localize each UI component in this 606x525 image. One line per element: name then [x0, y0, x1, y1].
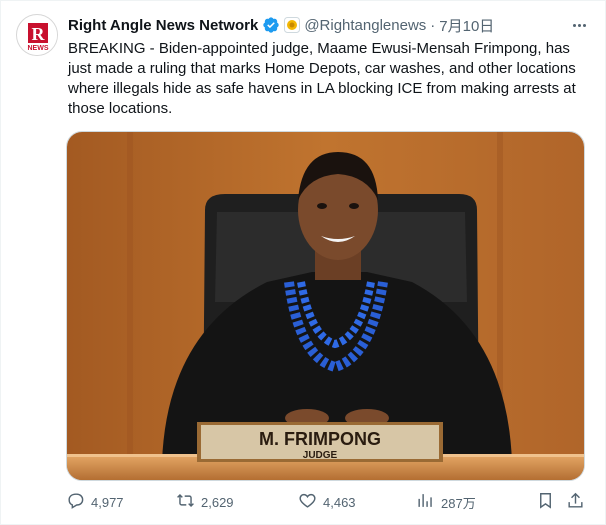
reply-count: 4,977 — [91, 494, 124, 510]
repost-count: 2,629 — [201, 494, 234, 510]
bookmark-button[interactable] — [536, 491, 555, 513]
tweet-card[interactable]: R NEWS Right Angle News Network @Rightan… — [0, 0, 606, 525]
more-icon[interactable] — [569, 15, 589, 35]
repost-button[interactable]: 2,629 — [176, 491, 234, 513]
like-count: 4,463 — [323, 494, 356, 510]
tweet-header: Right Angle News Network @Rightanglenews… — [68, 14, 494, 36]
like-button[interactable]: 4,463 — [298, 491, 356, 513]
svg-text:NEWS: NEWS — [28, 45, 49, 52]
author-handle[interactable]: @Rightanglenews — [304, 17, 426, 34]
nameplate-name: M. FRIMPONG — [259, 429, 381, 449]
views-button[interactable]: 287万 — [416, 491, 476, 513]
verified-badge-icon — [262, 16, 280, 34]
tweet-actions: 4,977 2,629 4,463 287万 — [66, 491, 586, 513]
views-icon — [416, 491, 435, 513]
bookmark-icon — [536, 491, 555, 513]
share-button[interactable] — [566, 491, 585, 513]
header-separator: · — [430, 16, 436, 34]
like-icon — [298, 491, 317, 513]
affiliate-badge-icon[interactable] — [284, 17, 301, 33]
svg-text:R: R — [32, 24, 46, 44]
tweet-date[interactable]: 7月10日 — [439, 15, 494, 36]
repost-icon — [176, 491, 195, 513]
author-name[interactable]: Right Angle News Network — [68, 17, 258, 34]
nameplate-title: JUDGE — [303, 450, 338, 461]
share-icon — [566, 491, 585, 513]
tweet-media-image[interactable]: M. FRIMPONG JUDGE — [66, 131, 585, 481]
tweet-text: BREAKING - Biden-appointed judge, Maame … — [68, 40, 576, 117]
author-avatar[interactable]: R NEWS — [16, 14, 58, 56]
reply-button[interactable]: 4,977 — [66, 491, 124, 513]
reply-icon — [66, 491, 85, 513]
views-count: 287万 — [441, 495, 476, 511]
